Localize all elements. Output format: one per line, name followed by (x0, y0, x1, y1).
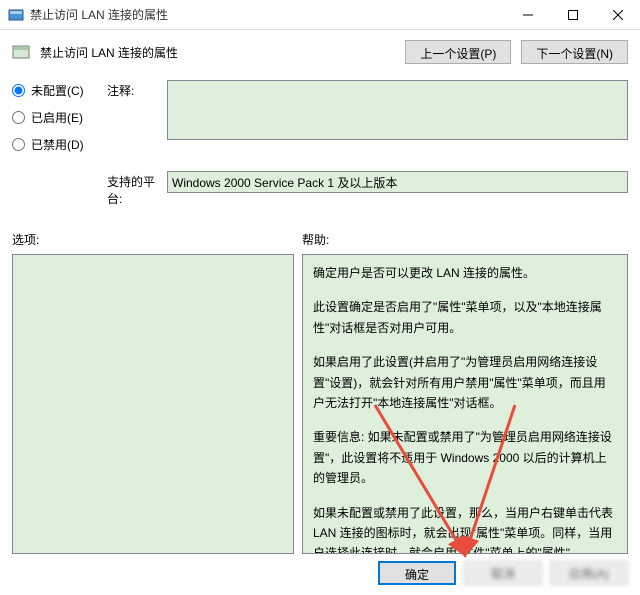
header-row: 禁止访问 LAN 连接的属性 上一个设置(P) 下一个设置(N) (12, 40, 628, 64)
radio-disabled-input[interactable] (12, 138, 25, 151)
titlebar: 禁止访问 LAN 连接的属性 (0, 0, 640, 30)
policy-title: 禁止访问 LAN 连接的属性 (40, 44, 395, 61)
cancel-button[interactable]: 取消 (464, 561, 542, 585)
radio-enabled-input[interactable] (12, 111, 25, 124)
help-text: 如果未配置或禁用了此设置，那么，当用户右键单击代表 LAN 连接的图标时，就会出… (313, 503, 617, 554)
help-text: 如果启用了此设置(并启用了"为管理员启用网络连接设置"设置)，就会针对所有用户禁… (313, 352, 617, 413)
options-label: 选项: (12, 231, 302, 248)
radio-disabled[interactable]: 已禁用(D) (12, 136, 107, 153)
help-text: 确定用户是否可以更改 LAN 连接的属性。 (313, 263, 617, 283)
maximize-button[interactable] (550, 0, 595, 29)
radio-enabled-label: 已启用(E) (31, 109, 83, 126)
titlebar-title: 禁止访问 LAN 连接的属性 (30, 6, 505, 23)
radio-not-configured[interactable]: 未配置(C) (12, 82, 107, 99)
minimize-button[interactable] (505, 0, 550, 29)
ok-button[interactable]: 确定 (378, 561, 456, 585)
policy-icon (12, 43, 30, 61)
radio-group: 未配置(C) 已启用(E) 已禁用(D) (12, 80, 107, 163)
help-panel[interactable]: 确定用户是否可以更改 LAN 连接的属性。 此设置确定是否启用了"属性"菜单项，… (302, 254, 628, 554)
help-label: 帮助: (302, 231, 628, 248)
radio-enabled[interactable]: 已启用(E) (12, 109, 107, 126)
next-setting-button[interactable]: 下一个设置(N) (521, 40, 628, 64)
apply-button[interactable]: 应用(A) (550, 561, 628, 585)
options-panel (12, 254, 294, 554)
prev-setting-button[interactable]: 上一个设置(P) (405, 40, 511, 64)
radio-not-configured-input[interactable] (12, 84, 25, 97)
platform-label: 支持的平台: (107, 171, 167, 207)
radio-disabled-label: 已禁用(D) (31, 136, 84, 153)
help-text: 重要信息: 如果未配置或禁用了"为管理员启用网络连接设置"，此设置将不适用于 W… (313, 427, 617, 488)
comment-label: 注释: (107, 80, 167, 99)
app-icon (8, 7, 24, 23)
platform-field: Windows 2000 Service Pack 1 及以上版本 (167, 171, 628, 193)
close-button[interactable] (595, 0, 640, 29)
radio-not-configured-label: 未配置(C) (31, 82, 84, 99)
footer-buttons: 确定 取消 应用(A) (378, 561, 628, 585)
help-text: 此设置确定是否启用了"属性"菜单项，以及"本地连接属性"对话框是否对用户可用。 (313, 297, 617, 338)
comment-textarea[interactable] (167, 80, 628, 140)
